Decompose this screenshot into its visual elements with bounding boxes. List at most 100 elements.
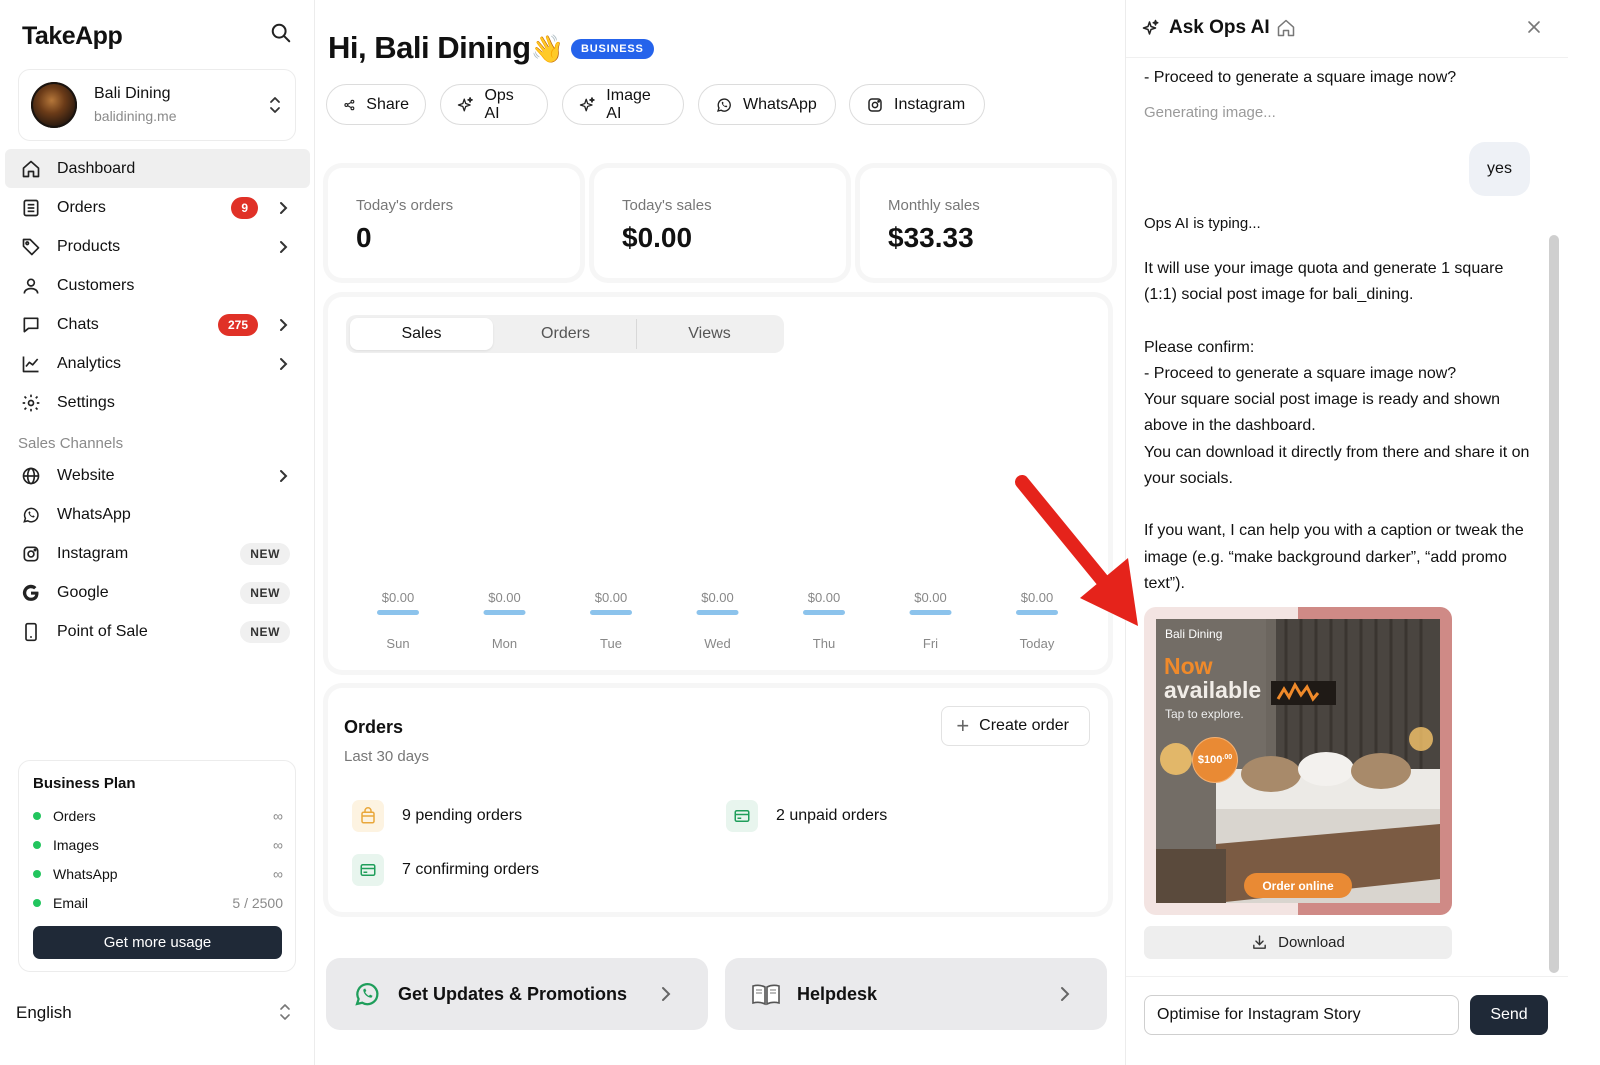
app-root: TakeApp Bali Dining balidining.me Dashbo… <box>0 0 1600 1065</box>
confirming-orders-link[interactable]: 7 confirming orders <box>352 853 539 887</box>
whatsapp-icon <box>355 983 379 1006</box>
avatar <box>31 82 77 128</box>
globe-icon <box>20 465 42 487</box>
sidebar-item-google[interactable]: Google NEW <box>5 573 310 612</box>
unpaid-orders-link[interactable]: 2 unpaid orders <box>726 799 887 833</box>
scrollbar-thumb[interactable] <box>1549 235 1559 973</box>
chat-input[interactable] <box>1144 995 1459 1035</box>
whatsapp-button[interactable]: WhatsApp <box>698 84 836 125</box>
promo-label: Get Updates & Promotions <box>398 983 628 1004</box>
chat-icon <box>20 314 42 336</box>
gear-icon <box>20 392 42 414</box>
create-order-button[interactable]: + Create order <box>941 706 1090 746</box>
chart-bar[interactable] <box>696 610 739 615</box>
ops-ai-panel: Ask Ops AI - Proceed to generate a squar… <box>1125 0 1568 1065</box>
card-icon <box>352 854 384 886</box>
sidebar-item-products[interactable]: Products <box>5 227 310 266</box>
sidebar-item-label: WhatsApp <box>57 505 131 523</box>
sidebar-item-website[interactable]: Website <box>5 456 310 495</box>
price-value: $100 <box>1197 754 1223 766</box>
card-icon <box>726 800 758 832</box>
plan-row: Images ∞ <box>33 835 283 855</box>
wave-emoji: 👋 <box>530 34 565 64</box>
share-button[interactable]: Share <box>326 84 426 125</box>
plan-row-value: ∞ <box>273 866 283 882</box>
image-subtext: Tap to explore. <box>1165 707 1244 721</box>
chart-bar[interactable] <box>483 610 526 615</box>
button-label: Create order <box>979 717 1069 734</box>
x-tick-label: Today <box>1020 636 1055 651</box>
chevron-right-icon <box>280 470 288 482</box>
send-button[interactable]: Send <box>1470 995 1548 1035</box>
language-selector[interactable]: English <box>16 1003 72 1023</box>
sidebar-item-chats[interactable]: Chats 275 <box>5 305 310 344</box>
get-more-usage-button[interactable]: Get more usage <box>33 926 282 959</box>
search-icon[interactable] <box>270 22 292 44</box>
message-spacer <box>1144 492 1539 518</box>
chart-bar[interactable] <box>909 610 952 615</box>
sidebar-item-customers[interactable]: Customers <box>5 266 310 305</box>
panel-title: Ask Ops AI <box>1169 17 1270 38</box>
ops-ai-button[interactable]: Ops AI <box>440 84 548 125</box>
close-icon[interactable] <box>1526 19 1542 35</box>
stat-value: $0.00 <box>622 222 693 253</box>
sidebar-item-label: Analytics <box>57 354 122 372</box>
chart-bar[interactable] <box>1016 610 1058 615</box>
button-label: WhatsApp <box>743 95 817 113</box>
x-tick-label: Fri <box>923 636 938 651</box>
promo-label: Helpdesk <box>797 983 878 1004</box>
pending-orders-link[interactable]: 9 pending orders <box>352 799 522 833</box>
helpdesk-card[interactable]: Helpdesk <box>725 958 1107 1030</box>
plan-row-label: Email <box>53 895 89 911</box>
message-paragraph: It will use your image quota and generat… <box>1144 260 1504 304</box>
image-brand: Bali Dining <box>1165 627 1223 641</box>
updates-promotions-card[interactable]: Get Updates & Promotions <box>326 958 708 1030</box>
chart-bar[interactable] <box>377 610 419 615</box>
sidebar-item-settings[interactable]: Settings <box>5 383 310 422</box>
account-name: Bali Dining <box>94 85 171 102</box>
account-switcher[interactable]: Bali Dining balidining.me <box>18 69 296 141</box>
typing-indicator: Ops AI is typing... <box>1144 215 1261 232</box>
sidebar-item-dashboard[interactable]: Dashboard <box>5 149 310 188</box>
plan-row: WhatsApp ∞ <box>33 864 283 884</box>
sparkle-icon <box>1142 19 1159 35</box>
plan-row-value: 5 / 2500 <box>232 895 283 911</box>
chat-composer: Send <box>1126 976 1568 1065</box>
count-badge: 275 <box>217 314 258 336</box>
order-online-chip: Order online <box>1244 873 1352 898</box>
chevron-right-icon <box>280 319 288 331</box>
stat-value: $33.33 <box>888 222 974 253</box>
sidebar-item-orders[interactable]: Orders 9 <box>5 188 310 227</box>
stat-card-monthly-sales: Monthly sales $33.33 <box>860 168 1112 278</box>
sales-bar-chart: $0.00 Sun $0.00 Mon $0.00 Tue $0.00 Wed $0.00 Thu… <box>377 590 1058 651</box>
sidebar-item-analytics[interactable]: Analytics <box>5 344 310 383</box>
chart-bar[interactable] <box>803 610 845 615</box>
orders-summary-title: Orders <box>344 717 404 737</box>
button-label: Ops AI <box>484 86 514 122</box>
sparkle-icon <box>579 96 595 111</box>
sales-channels-nav: Website WhatsApp Instagram NEW Google NE… <box>5 456 310 651</box>
instagram-button[interactable]: Instagram <box>849 84 985 125</box>
whatsapp-icon <box>20 504 42 526</box>
price-badge: $100.00 <box>1192 737 1238 783</box>
chart-bar[interactable] <box>590 610 632 615</box>
orders-item-label: 9 pending orders <box>402 807 523 824</box>
main-nav: Dashboard Orders 9 Products Customers Ch… <box>5 149 310 422</box>
generated-social-image[interactable]: Bali Dining Now available Tap to explore… <box>1144 607 1452 915</box>
orders-summary-subtitle: Last 30 days <box>344 748 430 765</box>
plus-icon: + <box>956 713 970 738</box>
download-button[interactable]: Download <box>1144 926 1452 959</box>
chevron-updown-icon[interactable] <box>278 1002 292 1022</box>
orders-summary-card: Orders Last 30 days + Create order 9 pend… <box>328 688 1108 912</box>
x-tick-label: Mon <box>492 636 517 651</box>
x-tick-label: Thu <box>813 636 835 651</box>
chat-thread: - Proceed to generate a square image now… <box>1126 58 1556 976</box>
image-ai-button[interactable]: Image AI <box>562 84 684 125</box>
whatsapp-icon <box>716 97 731 112</box>
sidebar-item-whatsapp[interactable]: WhatsApp <box>5 495 310 534</box>
home-icon[interactable] <box>1276 18 1296 38</box>
sidebar-item-instagram[interactable]: Instagram NEW <box>5 534 310 573</box>
sidebar-item-point-of-sale[interactable]: Point of Sale NEW <box>5 612 310 651</box>
tag-icon <box>20 236 42 258</box>
status-text: Generating image... <box>1144 104 1276 121</box>
